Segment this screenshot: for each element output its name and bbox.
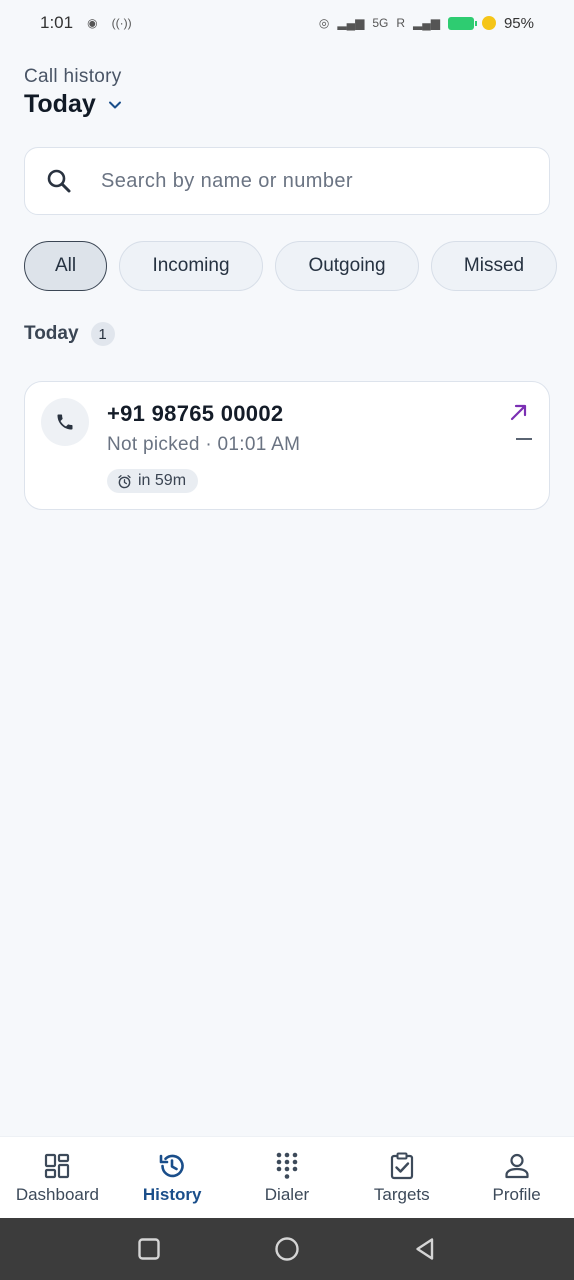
page-title: Today	[24, 90, 96, 118]
location-icon: ◉	[87, 16, 98, 30]
filter-chip-label: Incoming	[152, 255, 230, 276]
filter-chip-label: Missed	[463, 255, 525, 276]
call-meta: Not picked · 01:01 AM	[107, 434, 301, 455]
nav-profile[interactable]: Profile	[459, 1137, 574, 1218]
page-subtitle: Call history	[24, 66, 122, 87]
count-badge: 1	[90, 322, 115, 346]
nav-label: Dialer	[264, 1184, 310, 1204]
nav-label: Targets	[373, 1184, 430, 1204]
history-icon	[159, 1154, 184, 1177]
dialpad-icon	[276, 1152, 298, 1179]
person-icon	[504, 1153, 529, 1178]
outgoing-arrow-icon	[510, 404, 527, 421]
filter-chip-outgoing[interactable]: Outgoing	[275, 241, 419, 291]
call-filter-chips: All Incoming Outgoing Missed	[24, 241, 557, 291]
nav-history[interactable]: History	[115, 1137, 230, 1218]
chevron-down-icon	[108, 101, 121, 108]
wifi-call-icon: ((·))	[111, 16, 132, 30]
filter-chip-label: All	[54, 255, 77, 276]
roaming-indicator: R	[396, 16, 405, 30]
filter-chip-all[interactable]: All	[24, 241, 107, 291]
alarm-clock-icon	[118, 474, 131, 488]
battery-icon	[447, 16, 477, 30]
battery-percent: 95%	[503, 14, 534, 32]
search-icon	[47, 169, 71, 193]
recents-square-icon[interactable]	[136, 1236, 162, 1262]
back-triangle-icon[interactable]	[412, 1236, 438, 1262]
reminder-badge[interactable]: in 59m	[107, 469, 199, 493]
system-navigation-bar	[0, 1218, 574, 1280]
status-time: 1:01	[40, 13, 74, 32]
call-avatar	[41, 398, 89, 446]
reminder-text: in 59m	[138, 472, 187, 489]
nav-label: Dashboard	[15, 1184, 99, 1204]
search-input[interactable]	[101, 169, 501, 193]
nav-dashboard[interactable]: Dashboard	[0, 1137, 115, 1218]
more-indicator[interactable]	[516, 438, 532, 440]
network-type: 5G	[372, 16, 389, 30]
nav-label: History	[142, 1184, 202, 1204]
clipboard-check-icon	[390, 1152, 413, 1179]
signal-icon-2: ▂▄▆	[413, 16, 440, 30]
nav-dialer[interactable]: Dialer	[230, 1137, 345, 1218]
filter-chip-missed[interactable]: Missed	[431, 241, 557, 291]
filter-chip-label: Outgoing	[308, 255, 386, 276]
section-label: Today	[24, 323, 79, 344]
dashboard-icon	[45, 1153, 70, 1178]
charging-icon	[481, 16, 496, 30]
hotspot-icon: ◎	[318, 16, 330, 30]
nav-targets[interactable]: Targets	[344, 1137, 459, 1218]
page-header: Call history Today	[24, 66, 122, 119]
date-range-selector[interactable]: Today	[24, 90, 122, 119]
filter-chip-incoming[interactable]: Incoming	[119, 241, 263, 291]
search-bar[interactable]	[24, 147, 550, 215]
call-list-item[interactable]: +91 98765 00002 Not picked · 01:01 AM in…	[24, 381, 550, 510]
signal-icon: ▂▄▆	[337, 16, 365, 30]
caller-number: +91 98765 00002	[107, 401, 284, 426]
section-header: Today 1	[24, 322, 115, 346]
status-bar: 1:01 ◉ ((·)) ◎ ▂▄▆ 5G R ▂▄▆ 95%	[0, 0, 574, 46]
phone-icon	[57, 414, 73, 430]
home-circle-icon[interactable]	[274, 1236, 300, 1262]
bottom-navigation: Dashboard History Dialer Targets Profile	[0, 1136, 574, 1218]
nav-label: Profile	[492, 1184, 541, 1204]
